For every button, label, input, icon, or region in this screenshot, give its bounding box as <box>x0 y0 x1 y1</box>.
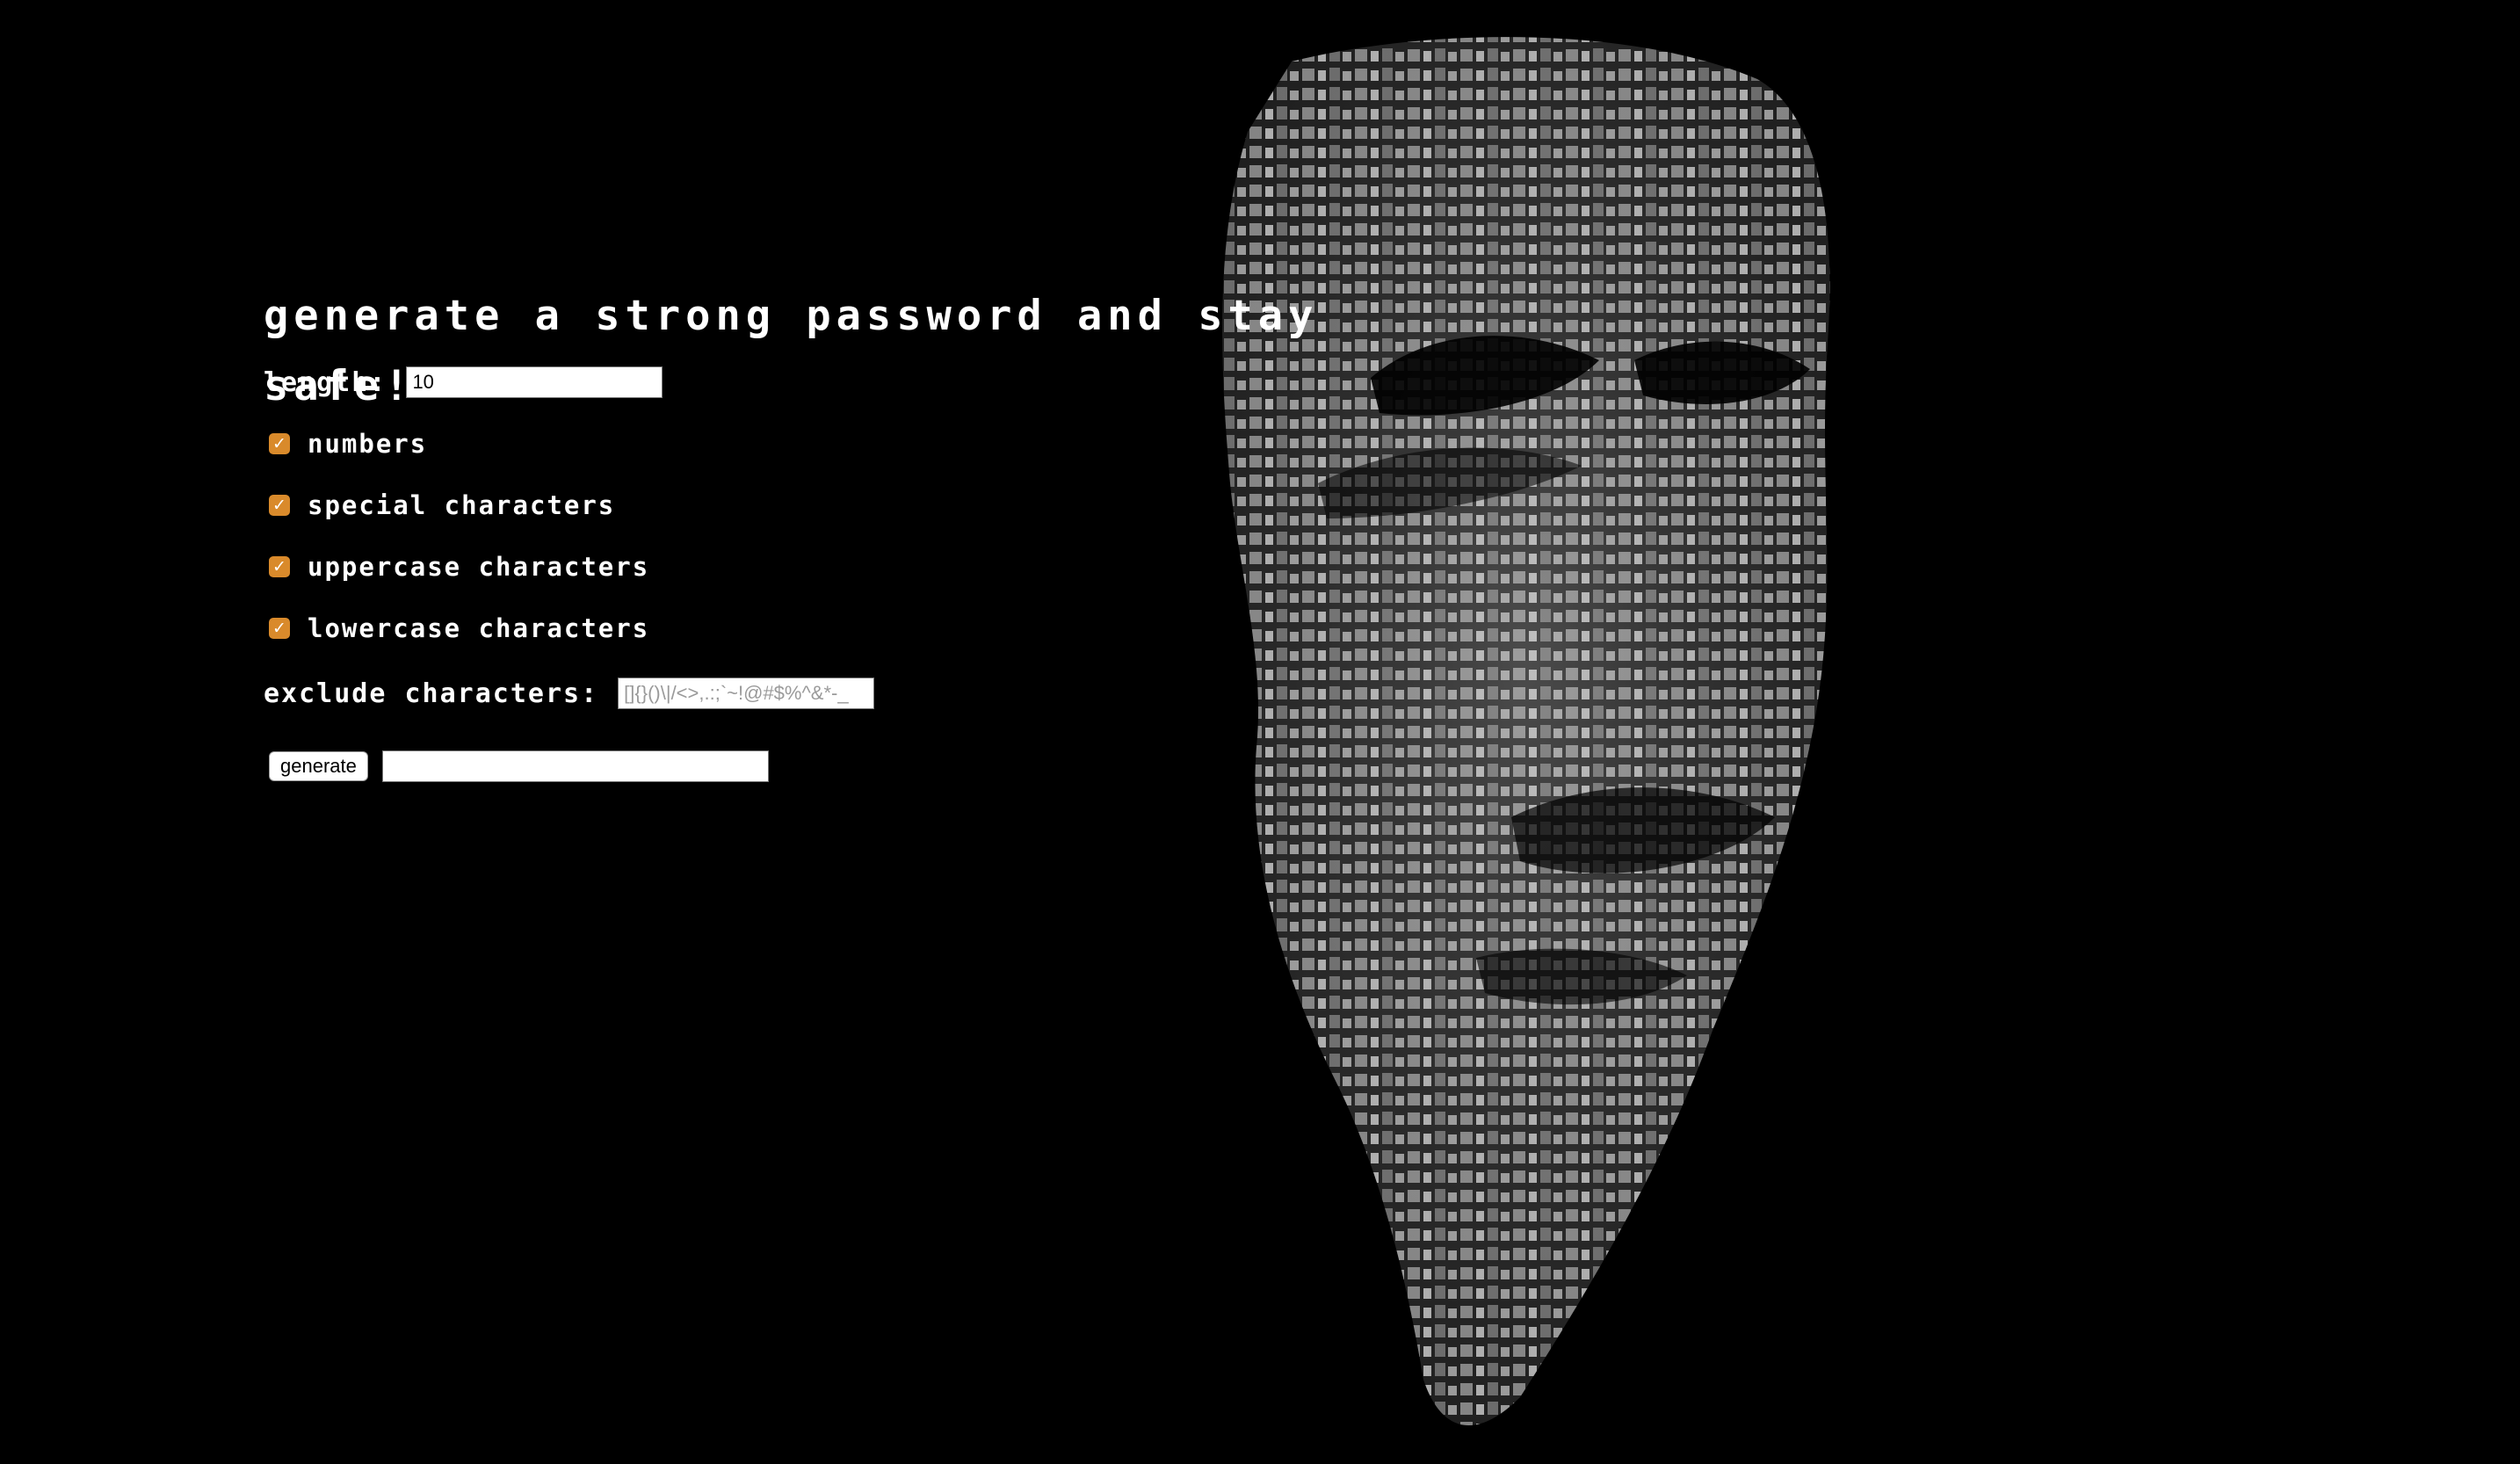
page-title: generate a strong password and stay safe… <box>264 292 1319 410</box>
uppercase-characters-label: uppercase characters <box>308 552 650 582</box>
generate-button[interactable]: generate <box>269 751 368 781</box>
length-row: length: <box>264 352 1406 413</box>
exclude-characters-input[interactable] <box>618 678 875 709</box>
lowercase-characters-label: lowercase characters <box>308 613 650 643</box>
option-special-characters[interactable]: ✓ special characters <box>264 475 1406 536</box>
exclude-row: exclude characters: <box>264 659 1406 728</box>
exclude-label: exclude characters: <box>264 678 599 709</box>
generate-row: generate <box>264 733 1406 800</box>
password-generator-panel: generate a strong password and stay safe… <box>264 281 1406 800</box>
password-output-field[interactable] <box>381 750 769 782</box>
numbers-checkbox[interactable]: ✓ <box>269 433 290 454</box>
special-characters-checkbox[interactable]: ✓ <box>269 495 290 516</box>
numbers-label: numbers <box>308 429 428 459</box>
length-label: length: <box>264 366 387 398</box>
uppercase-characters-checkbox[interactable]: ✓ <box>269 556 290 577</box>
option-lowercase-characters[interactable]: ✓ lowercase characters <box>264 598 1406 659</box>
special-characters-label: special characters <box>308 490 616 520</box>
length-input[interactable] <box>406 366 663 398</box>
option-numbers[interactable]: ✓ numbers <box>264 413 1406 475</box>
lowercase-characters-checkbox[interactable]: ✓ <box>269 618 290 639</box>
option-uppercase-characters[interactable]: ✓ uppercase characters <box>264 536 1406 598</box>
